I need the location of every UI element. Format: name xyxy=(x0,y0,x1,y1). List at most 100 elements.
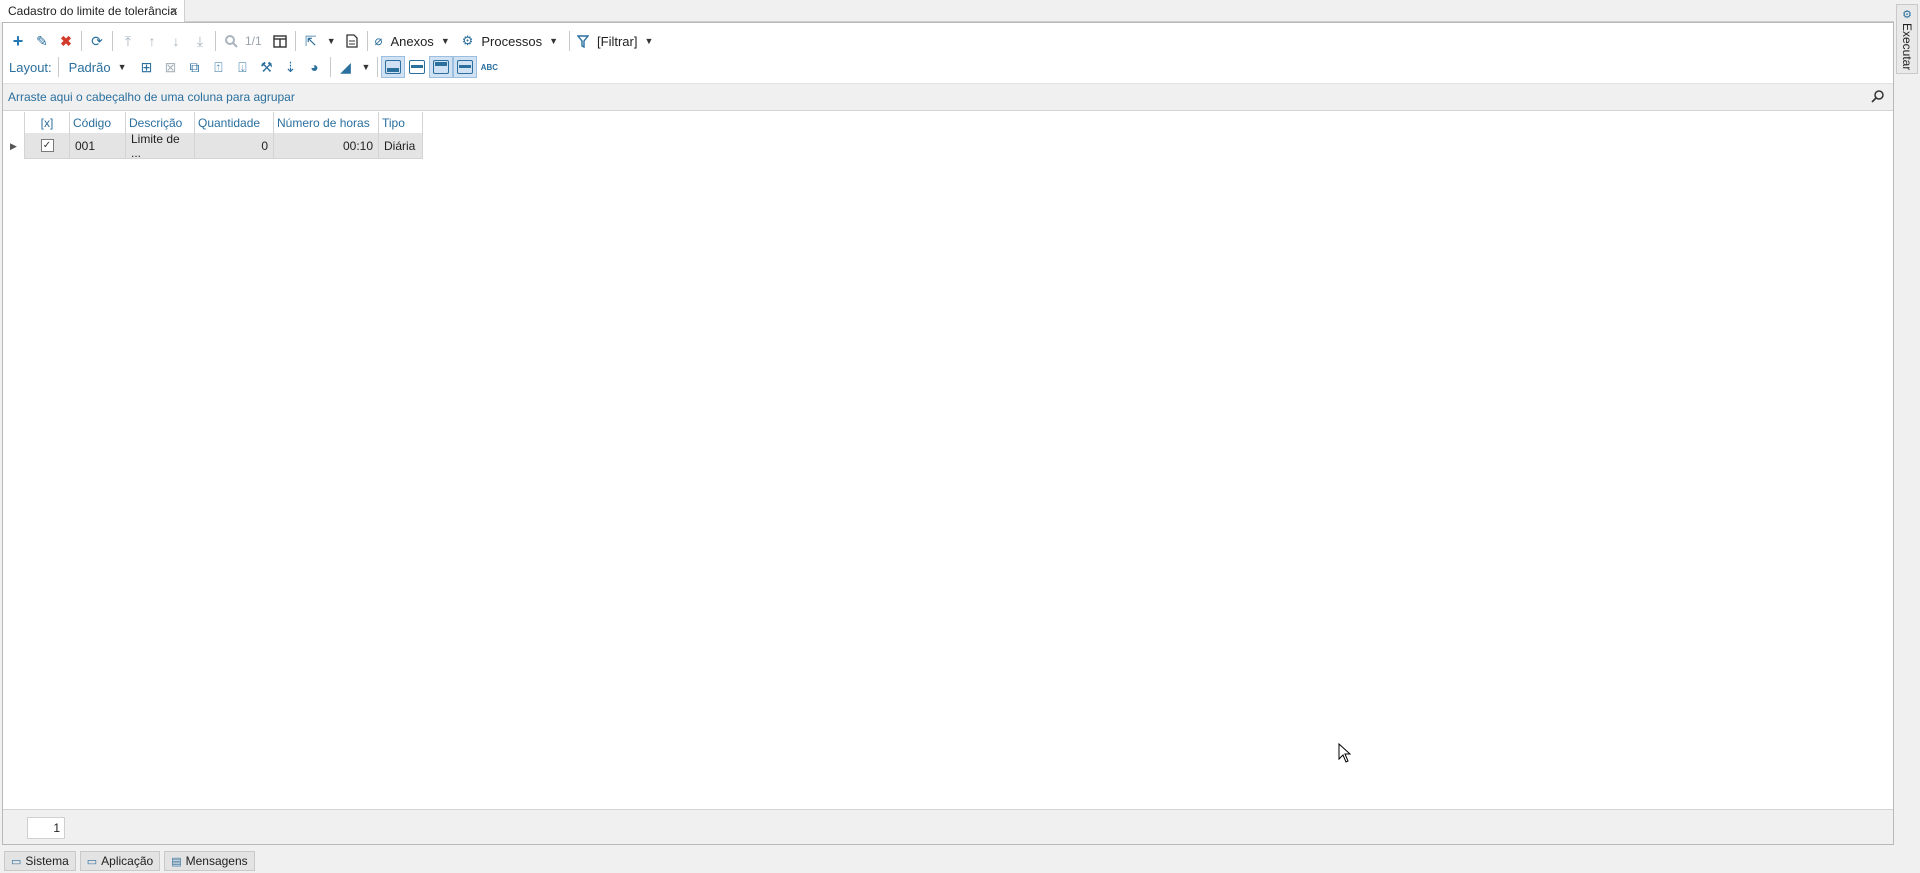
tab-sistema[interactable]: ▭ Sistema xyxy=(4,851,76,871)
spellcheck-button[interactable]: ABC xyxy=(477,56,501,78)
anexos-dropdown[interactable]: ⌀ Anexos ▼ xyxy=(371,30,458,52)
layout-download-button[interactable]: ⍗ xyxy=(231,56,255,78)
cell-tipo[interactable]: Diária xyxy=(379,133,423,159)
toolbar-separator xyxy=(81,31,82,51)
magnifier-icon xyxy=(225,35,238,48)
column-header-quantidade[interactable]: Quantidade xyxy=(195,112,274,133)
main-panel: + ✎ ✖ ⟳ ⤒ ↑ ↓ ⤓ 1/1 ⇱ ▼ ⌀ Anexos ▼ ⚙ Pro… xyxy=(2,22,1894,845)
previous-record-button[interactable]: ↑ xyxy=(140,30,164,52)
toolbar-separator xyxy=(377,57,379,77)
table-row[interactable]: ▶ ✓ 001 Limite de ... 0 00:10 Diária xyxy=(3,132,423,160)
layout-add-button[interactable]: ⊞ xyxy=(135,56,159,78)
next-record-button[interactable]: ↓ xyxy=(164,30,188,52)
close-icon[interactable]: × xyxy=(170,3,178,18)
shapes-button[interactable]: ◕ xyxy=(303,56,327,78)
gear-icon: ⚙ xyxy=(1902,9,1912,21)
abc-icon: ABC xyxy=(480,62,499,72)
arrow-up-icon: ↑ xyxy=(148,33,156,49)
cell-codigo[interactable]: 001 xyxy=(70,133,126,159)
tab-mensagens-label: Mensagens xyxy=(185,854,248,868)
pin-button[interactable]: ⇣ xyxy=(279,56,303,78)
chevron-down-icon[interactable]: ▼ xyxy=(358,62,375,72)
columns-icon xyxy=(272,34,287,48)
chevron-down-icon: ▼ xyxy=(549,36,559,46)
header-toggle-button[interactable] xyxy=(429,56,454,78)
chevron-down-icon: ▼ xyxy=(644,36,654,46)
filtrar-dropdown[interactable]: [Filtrar] ▼ xyxy=(573,30,661,52)
save-layout-icon: ⧉ xyxy=(189,58,200,75)
edit-button[interactable]: ✎ xyxy=(30,30,54,52)
group-panel-icon xyxy=(409,60,426,74)
group-footer-toggle-button[interactable] xyxy=(405,56,429,78)
delete-button[interactable]: ✖ xyxy=(54,30,78,52)
filter-row-toggle-button[interactable] xyxy=(453,56,478,78)
refresh-button[interactable]: ⟳ xyxy=(85,30,109,52)
search-button[interactable] xyxy=(219,30,243,52)
cell-numero-de-horas[interactable]: 00:10 xyxy=(274,133,379,159)
group-by-hint: Arraste aqui o cabeçalho de uma coluna p… xyxy=(8,90,295,104)
chevron-down-icon: ▼ xyxy=(440,36,450,46)
column-header-descricao[interactable]: Descrição xyxy=(126,112,195,133)
search-icon[interactable] xyxy=(1871,89,1885,106)
column-header-numero-de-horas[interactable]: Número de horas xyxy=(274,112,379,133)
cell-descricao[interactable]: Limite de ... xyxy=(126,132,195,160)
footer-panel-icon xyxy=(385,60,402,74)
layout-toolbar: Layout: Padrão ▼ ⊞ ⊠ ⧉ ⍐ ⍗ ⚒ ⇣ ◕ ◢ ▼ ABC xyxy=(3,54,1893,80)
tab-aplicacao-label: Aplicação xyxy=(101,854,154,868)
row-checkbox[interactable]: ✓ xyxy=(40,139,54,152)
row-indicator-header xyxy=(3,112,25,133)
processos-dropdown[interactable]: ⚙ Processos ▼ xyxy=(458,30,566,52)
layout-upload-button[interactable]: ⍐ xyxy=(207,56,231,78)
document-icon xyxy=(345,34,358,48)
app-window: Cadastro do limite de tolerância × + ✎ ✖… xyxy=(0,0,1920,873)
page-number-box[interactable]: 1 xyxy=(27,817,65,839)
row-expand-icon[interactable]: ▶ xyxy=(3,133,25,159)
application-icon: ▭ xyxy=(86,855,98,868)
tab-aplicacao[interactable]: ▭ Aplicação xyxy=(79,851,161,871)
report-button[interactable] xyxy=(340,30,364,52)
paint-roller-icon: ⚒ xyxy=(260,58,273,75)
arrow-down-icon: ↓ xyxy=(172,33,180,49)
pencil-icon: ✎ xyxy=(36,32,48,49)
document-tab-title: Cadastro do limite de tolerância xyxy=(8,4,177,18)
first-icon: ⤒ xyxy=(124,32,132,49)
toolbar-separator xyxy=(329,57,331,77)
pin-icon: ⇣ xyxy=(284,58,297,75)
layout-select[interactable]: Padrão ▼ xyxy=(62,56,135,78)
gear-icon: ⚙ xyxy=(461,33,474,48)
format-painter-button[interactable]: ⚒ xyxy=(255,56,279,78)
first-record-button[interactable]: ⤒ xyxy=(116,30,140,52)
footer-toggle-button[interactable] xyxy=(381,56,406,78)
group-by-panel[interactable]: Arraste aqui o cabeçalho de uma coluna p… xyxy=(3,83,1893,111)
document-tab[interactable]: Cadastro do limite de tolerância × xyxy=(0,0,185,22)
header-panel-icon xyxy=(433,60,450,74)
last-record-button[interactable]: ⤓ xyxy=(188,30,212,52)
refresh-icon: ⟳ xyxy=(91,32,103,49)
toolbar-separator xyxy=(57,57,59,77)
executar-label: Executar xyxy=(1900,23,1914,71)
add-layout-icon: ⊞ xyxy=(140,58,153,75)
filter-icon xyxy=(577,34,590,48)
row-select-cell[interactable]: ✓ xyxy=(25,133,70,159)
columns-button[interactable] xyxy=(268,30,292,52)
message-icon: ▤ xyxy=(171,855,182,868)
layout-delete-button[interactable]: ⊠ xyxy=(159,56,183,78)
column-header-tipo[interactable]: Tipo xyxy=(379,112,423,133)
mouse-cursor-icon xyxy=(1338,743,1352,763)
layout-value: Padrão xyxy=(68,59,111,75)
processos-label: Processos xyxy=(481,33,543,49)
layout-save-button[interactable]: ⧉ xyxy=(183,56,207,78)
grid-header: [x] Código Descrição Quantidade Número d… xyxy=(3,112,423,133)
add-button[interactable]: + xyxy=(6,30,30,52)
cell-quantidade[interactable]: 0 xyxy=(195,133,274,159)
chevron-down-icon[interactable]: ▼ xyxy=(323,36,340,46)
export-button[interactable]: ⇱ xyxy=(299,30,323,52)
column-header-select[interactable]: [x] xyxy=(25,112,70,133)
executar-side-tab[interactable]: ⚙ Executar xyxy=(1896,4,1918,74)
layout-label: Layout: xyxy=(9,59,52,75)
chart-button[interactable]: ◢ xyxy=(334,56,358,78)
export-icon: ⇱ xyxy=(304,32,317,49)
tab-mensagens[interactable]: ▤ Mensagens xyxy=(164,851,255,871)
column-header-codigo[interactable]: Código xyxy=(70,112,126,133)
document-tabstrip: Cadastro do limite de tolerância × xyxy=(0,0,1894,22)
